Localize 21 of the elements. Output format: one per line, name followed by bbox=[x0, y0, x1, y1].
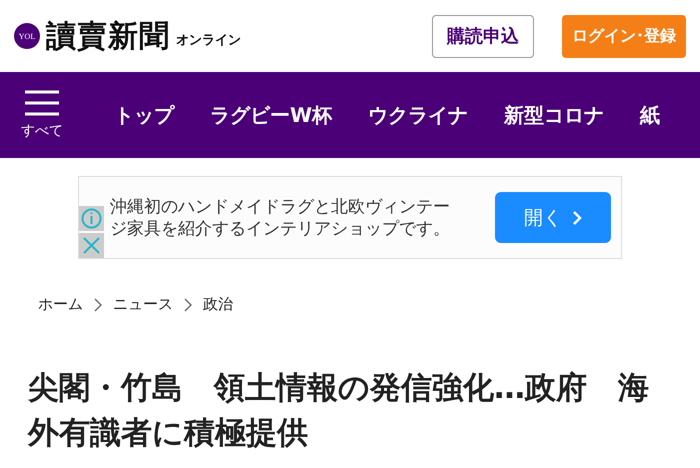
nav-tab[interactable]: トップ bbox=[114, 102, 174, 128]
article-headline: 尖閣・竹島 領土情報の発信強化…政府 海外有識者に積極提供 bbox=[28, 369, 650, 453]
chevron-right-icon bbox=[572, 210, 582, 226]
breadcrumb-link[interactable]: ニュース bbox=[113, 295, 173, 314]
logo-subtitle: オンライン bbox=[176, 32, 241, 49]
info-icon[interactable] bbox=[79, 206, 104, 230]
chevron-right-icon bbox=[183, 298, 193, 312]
breadcrumb-link[interactable]: ホーム bbox=[38, 295, 83, 314]
logo-badge: YOL bbox=[14, 23, 40, 49]
subscribe-button[interactable]: 購読申込 bbox=[432, 14, 534, 58]
logo[interactable]: 讀賣新聞 bbox=[46, 16, 170, 56]
menu-icon bbox=[25, 90, 59, 116]
nav-tab[interactable]: 紙 bbox=[640, 102, 660, 128]
close-icon[interactable] bbox=[79, 232, 104, 258]
ad-text: 沖縄初のハンドメイドラグと北欧ヴィンテージ家具を紹介するインテリアショップです。 bbox=[110, 196, 451, 240]
nav-tab[interactable]: 新型コロナ bbox=[504, 102, 604, 128]
chevron-right-icon bbox=[93, 298, 103, 312]
menu-button[interactable]: すべて bbox=[0, 72, 84, 158]
nav-tab[interactable]: ウクライナ bbox=[368, 102, 468, 128]
breadcrumb-link[interactable]: 政治 bbox=[203, 295, 233, 314]
nav-tab[interactable]: ラグビーW杯 bbox=[210, 102, 332, 128]
